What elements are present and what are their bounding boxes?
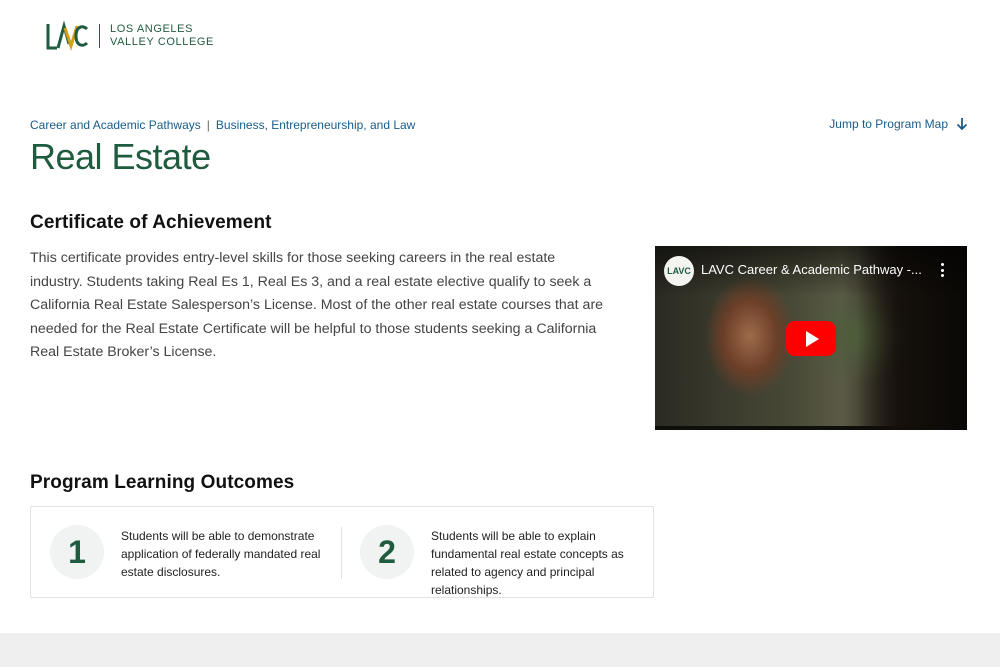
logo-line-2: VALLEY COLLEGE — [110, 36, 214, 48]
outcome-number: 2 — [360, 525, 414, 579]
jump-to-program-map-link[interactable]: Jump to Program Map — [829, 117, 968, 131]
lavc-logo-icon — [46, 20, 89, 51]
logo-line-1: LOS ANGELES — [110, 23, 194, 35]
outcome-text: Students will be able to explain fundame… — [431, 529, 624, 597]
page: LOS ANGELES VALLEY COLLEGE Career and Ac… — [0, 0, 1000, 667]
breadcrumb-link-business[interactable]: Business, Entrepreneurship, and Law — [216, 118, 415, 132]
outcomes-heading: Program Learning Outcomes — [30, 472, 295, 493]
footer-band — [0, 633, 1000, 667]
breadcrumb-link-pathways[interactable]: Career and Academic Pathways — [30, 118, 201, 132]
video-title[interactable]: LAVC Career & Academic Pathway -... — [701, 262, 931, 277]
outcome-item: 2 Students will be able to explain funda… — [360, 525, 641, 597]
video-player[interactable]: LAVC LAVC Career & Academic Pathway -... — [655, 246, 967, 430]
outcomes-card: 1 Students will be able to demonstrate a… — [30, 506, 654, 598]
logo-divider — [99, 24, 100, 48]
site-logo[interactable]: LOS ANGELES VALLEY COLLEGE — [45, 20, 214, 52]
arrow-down-icon — [956, 118, 968, 131]
outcome-text: Students will be able to demonstrate app… — [121, 529, 321, 579]
channel-avatar[interactable]: LAVC — [664, 256, 694, 286]
breadcrumb-separator: | — [206, 118, 210, 132]
outcome-item: 1 Students will be able to demonstrate a… — [50, 525, 326, 581]
logo-wordmark: LOS ANGELES VALLEY COLLEGE — [110, 23, 214, 49]
certificate-description: This certificate provides entry-level sk… — [30, 250, 604, 360]
certificate-heading: Certificate of Achievement — [30, 212, 272, 233]
outcome-number: 1 — [50, 525, 104, 579]
page-title: Real Estate — [30, 136, 211, 177]
breadcrumb: Career and Academic Pathways | Business,… — [30, 118, 415, 132]
play-button[interactable] — [786, 321, 836, 356]
jump-link-label: Jump to Program Map — [829, 117, 948, 131]
more-options-icon[interactable] — [941, 263, 945, 277]
outcome-divider — [341, 527, 342, 579]
